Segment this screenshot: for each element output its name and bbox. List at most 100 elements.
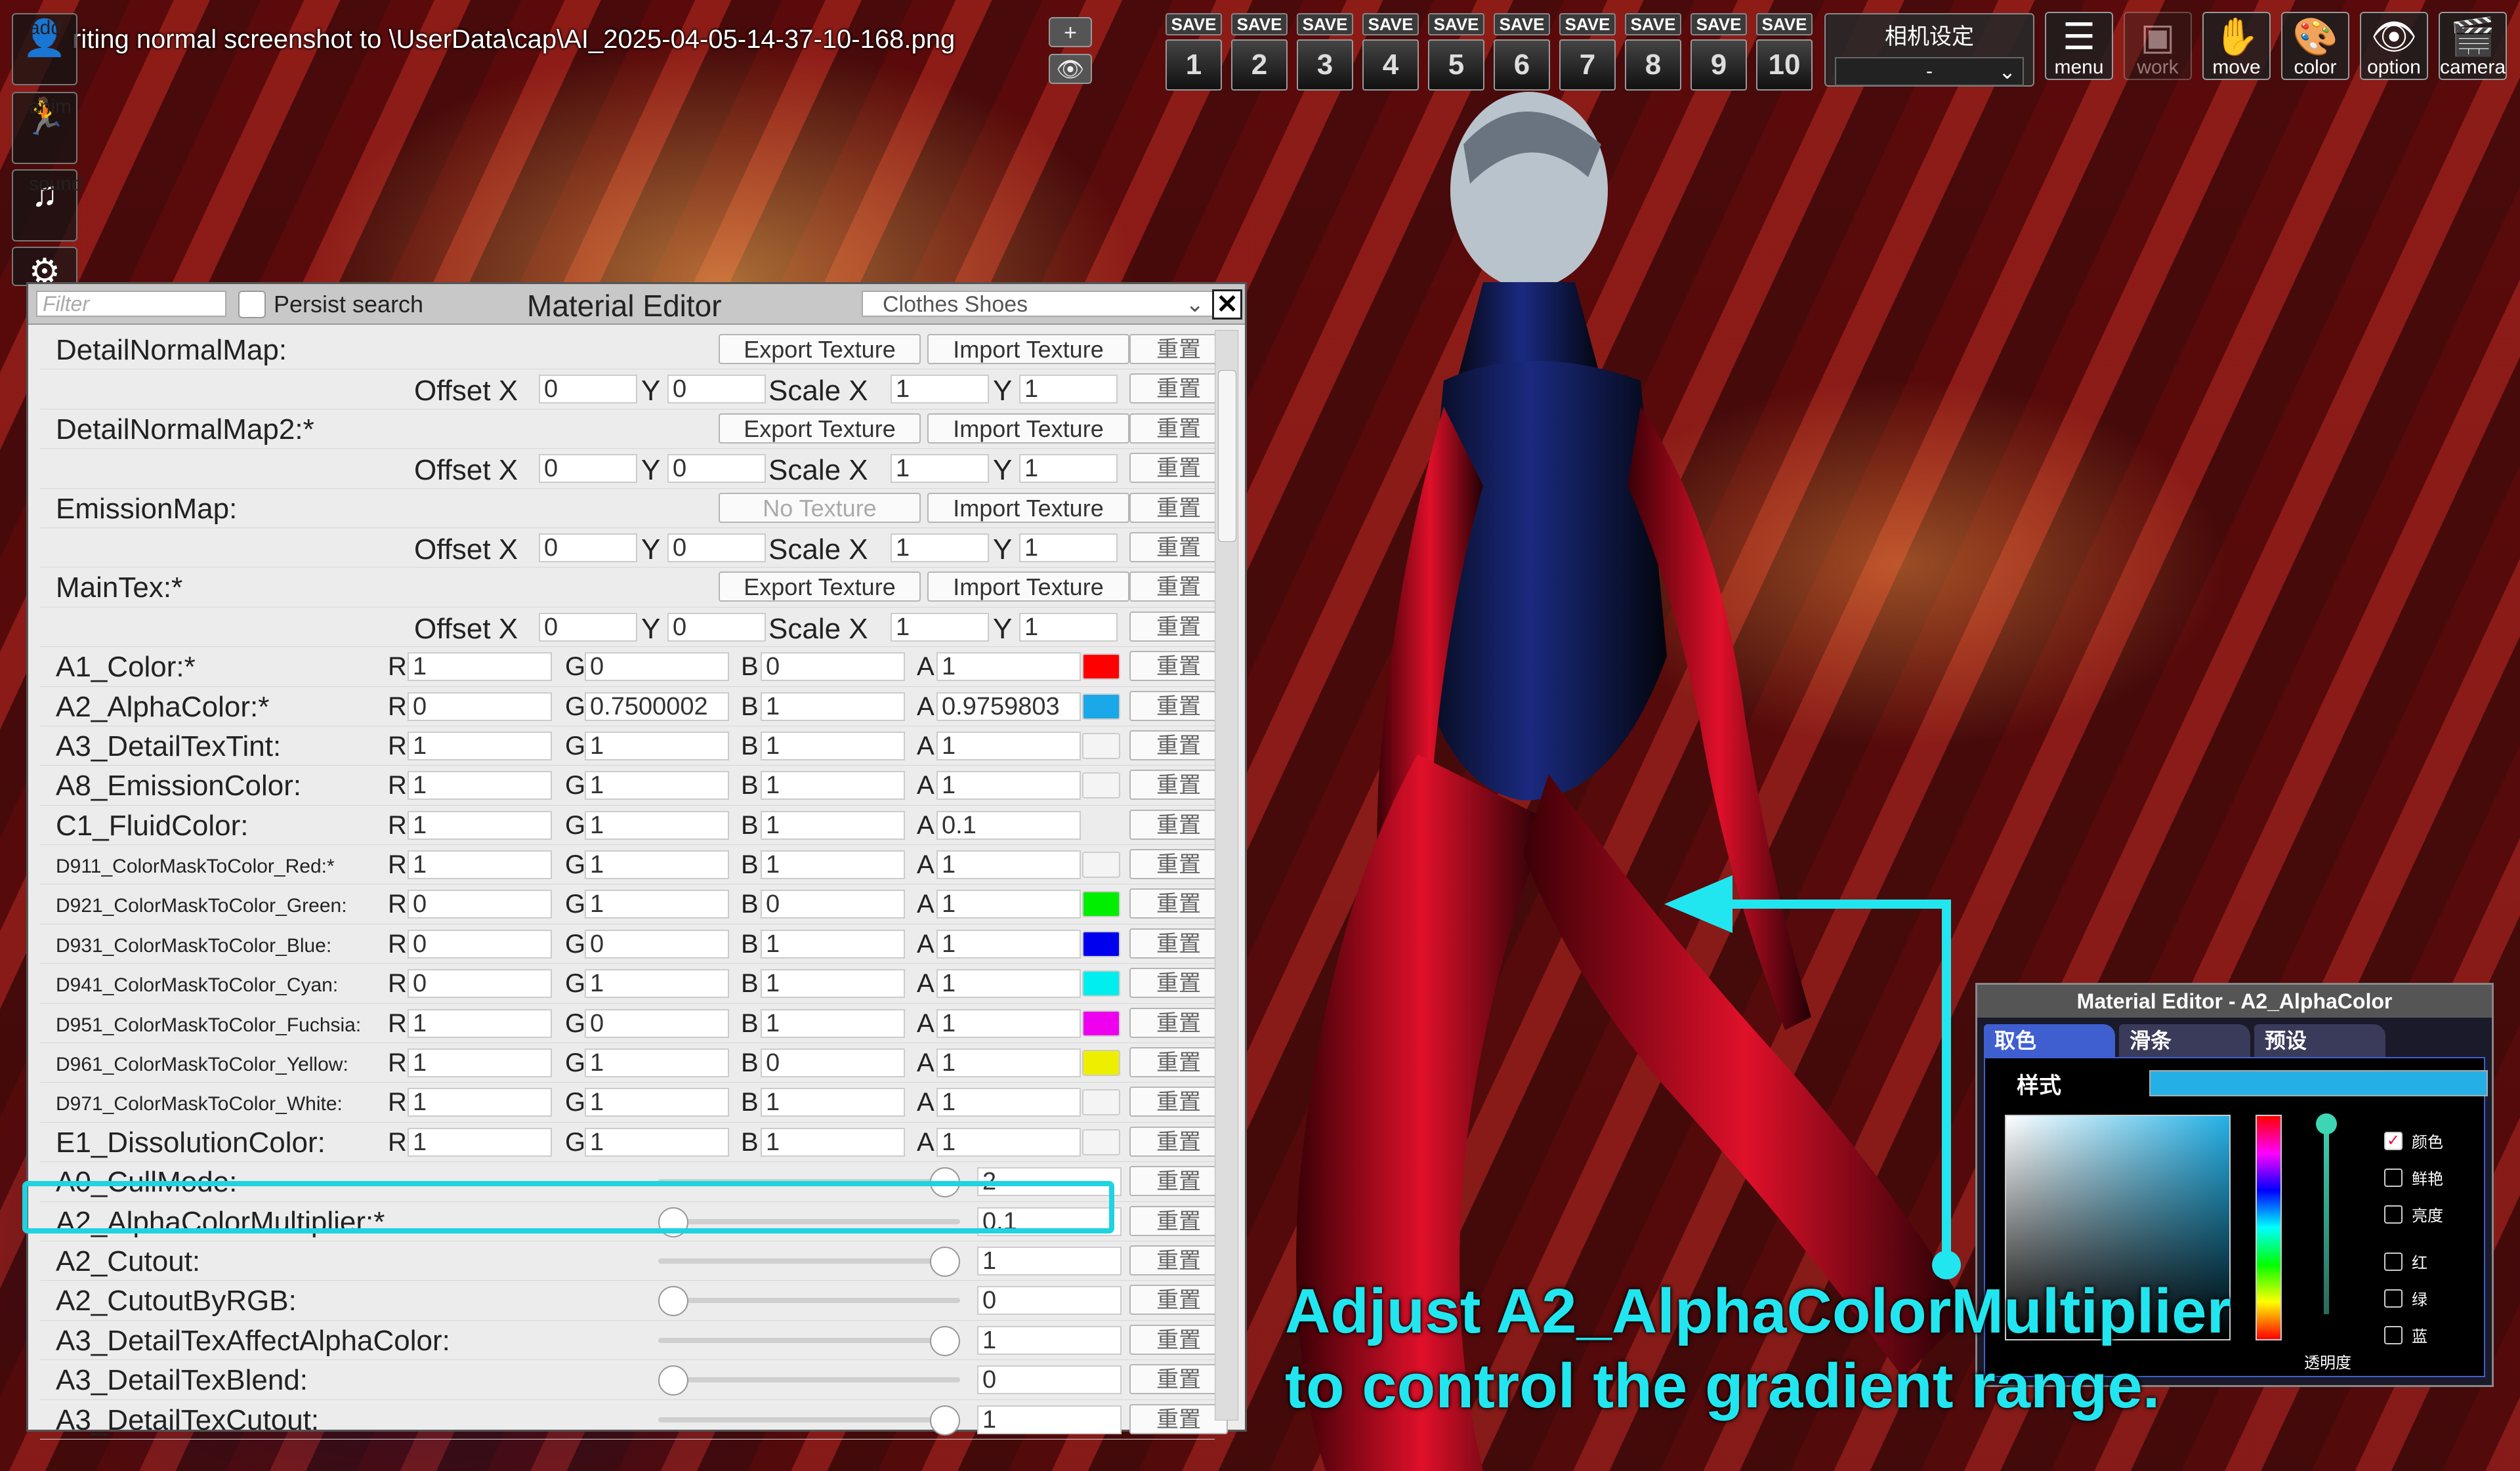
save-slot-10[interactable]: SAVE 10 <box>1756 13 1813 91</box>
menu-button[interactable]: ☰ menu <box>2045 12 2113 80</box>
offset-y-field[interactable]: 0 <box>667 454 766 484</box>
channel-g-field[interactable]: 0 <box>585 929 729 959</box>
reset-button[interactable]: 重置 <box>1129 1166 1228 1197</box>
channel-r-field[interactable]: 1 <box>408 1127 552 1157</box>
eye-mini-button[interactable]: 👁 <box>1049 54 1092 84</box>
value-slider[interactable] <box>658 1325 960 1356</box>
scale-x-field[interactable]: 1 <box>891 533 989 562</box>
reset-button[interactable]: 重置 <box>1129 1324 1228 1355</box>
reset-button[interactable]: 重置 <box>1129 888 1228 919</box>
channel-a-field[interactable]: 1 <box>936 1088 1081 1117</box>
channel-b-field[interactable]: 1 <box>761 731 905 760</box>
save-slot-2[interactable]: SAVE 2 <box>1231 13 1288 91</box>
channel-b-field[interactable]: 1 <box>761 692 905 721</box>
channel-g-field[interactable]: 1 <box>585 1048 729 1078</box>
value-field[interactable]: 1 <box>977 1246 1122 1275</box>
channel-b-field[interactable]: 0 <box>761 1048 905 1078</box>
channel-b-field[interactable]: 1 <box>761 1088 905 1117</box>
reset-button[interactable]: 重置 <box>1129 492 1228 523</box>
scale-x-field[interactable]: 1 <box>891 375 989 404</box>
channel-r-field[interactable]: 1 <box>408 771 552 800</box>
reset-button[interactable]: 重置 <box>1129 651 1228 682</box>
option-red[interactable]: 红 <box>2384 1250 2427 1273</box>
channel-r-field[interactable]: 1 <box>408 810 552 840</box>
reset-button[interactable]: 重置 <box>1129 611 1228 642</box>
channel-g-field[interactable]: 1 <box>585 1127 729 1157</box>
channel-a-field[interactable]: 1 <box>936 850 1081 880</box>
scale-x-field[interactable]: 1 <box>891 612 989 642</box>
import-texture-button[interactable]: Import Texture <box>927 413 1129 444</box>
channel-r-field[interactable]: 0 <box>408 929 552 959</box>
slider-knob[interactable] <box>930 1246 960 1277</box>
channel-a-field[interactable]: 1 <box>936 771 1081 800</box>
import-texture-button[interactable]: Import Texture <box>927 334 1129 364</box>
tab-presets[interactable]: 预设 <box>2254 1024 2385 1057</box>
channel-g-field[interactable]: 1 <box>585 1088 729 1117</box>
add-mini-button[interactable]: + <box>1049 17 1092 47</box>
channel-a-field[interactable]: 1 <box>936 652 1081 682</box>
reset-button[interactable]: 重置 <box>1129 334 1228 364</box>
channel-g-field[interactable]: 1 <box>585 969 729 999</box>
value-slider[interactable] <box>658 1207 960 1237</box>
scrollbar-thumb[interactable] <box>1218 370 1236 542</box>
value-field[interactable]: 0 <box>977 1286 1122 1316</box>
color-swatch[interactable] <box>1082 653 1120 680</box>
option-button[interactable]: 👁 option <box>2360 12 2428 80</box>
checkbox-icon[interactable] <box>2384 1289 2403 1308</box>
reset-button[interactable]: 重置 <box>1129 531 1228 562</box>
export-texture-button[interactable]: Export Texture <box>719 334 921 364</box>
settings-button[interactable]: ⚙ <box>12 247 77 291</box>
value-slider[interactable] <box>658 1167 960 1198</box>
alpha-slider-knob[interactable] <box>2316 1113 2337 1134</box>
hue-slider[interactable] <box>2256 1115 2282 1340</box>
option-color[interactable]: ✓ 颜色 <box>2384 1129 2443 1152</box>
channel-g-field[interactable]: 1 <box>585 771 729 800</box>
slider-knob[interactable] <box>930 1325 960 1356</box>
filter-input[interactable]: Filter <box>36 291 226 317</box>
color-swatch[interactable] <box>1082 970 1120 997</box>
option-green[interactable]: 绿 <box>2384 1287 2427 1310</box>
channel-r-field[interactable]: 1 <box>408 731 552 760</box>
color-swatch[interactable] <box>1082 1129 1120 1155</box>
reset-button[interactable]: 重置 <box>1129 571 1228 602</box>
reset-button[interactable]: 重置 <box>1129 1087 1228 1117</box>
slider-knob[interactable] <box>658 1207 688 1237</box>
move-button[interactable]: ✋ move <box>2202 12 2271 80</box>
channel-g-field[interactable]: 1 <box>585 731 729 760</box>
channel-g-field[interactable]: 0.7500002 <box>585 692 729 721</box>
value-slider[interactable] <box>658 1286 960 1317</box>
reset-button[interactable]: 重置 <box>1129 770 1228 800</box>
reset-button[interactable]: 重置 <box>1129 413 1228 444</box>
channel-g-field[interactable]: 0 <box>585 1008 729 1038</box>
channel-b-field[interactable]: 0 <box>761 652 905 682</box>
channel-r-field[interactable]: 1 <box>408 1088 552 1117</box>
reset-button[interactable]: 重置 <box>1129 809 1228 840</box>
color-swatch[interactable] <box>1082 930 1120 957</box>
scale-x-field[interactable]: 1 <box>891 454 989 484</box>
reset-button[interactable]: 重置 <box>1129 453 1228 484</box>
slider-knob[interactable] <box>658 1365 688 1396</box>
channel-g-field[interactable]: 1 <box>585 890 729 919</box>
channel-a-field[interactable]: 1 <box>936 969 1081 999</box>
channel-b-field[interactable]: 1 <box>761 771 905 800</box>
option-brightness[interactable]: 亮度 <box>2384 1203 2443 1226</box>
channel-g-field[interactable]: 0 <box>585 652 729 682</box>
object-dropdown[interactable]: Clothes Shoes ⌄ <box>862 291 1216 317</box>
save-slot-6[interactable]: SAVE 6 <box>1494 13 1550 91</box>
sound-button[interactable]: ♫ sound <box>12 169 83 241</box>
channel-b-field[interactable]: 1 <box>761 969 905 999</box>
color-swatch[interactable] <box>1082 732 1120 759</box>
channel-b-field[interactable]: 0 <box>761 890 905 919</box>
camera-button[interactable]: 🎬 camera <box>2439 12 2507 80</box>
reset-button[interactable]: 重置 <box>1129 849 1228 880</box>
channel-r-field[interactable]: 1 <box>408 1008 552 1038</box>
persist-search-toggle[interactable]: Persist search <box>238 291 423 318</box>
scrollbar[interactable] <box>1215 330 1238 1420</box>
value-slider[interactable] <box>658 1405 960 1436</box>
save-slot-9[interactable]: SAVE 9 <box>1690 13 1747 91</box>
color-swatch[interactable] <box>1082 891 1120 918</box>
color-swatch[interactable] <box>1082 1089 1120 1116</box>
import-texture-button[interactable]: Import Texture <box>927 571 1129 602</box>
value-field[interactable]: 1 <box>977 1405 1122 1434</box>
checkbox-icon[interactable] <box>2384 1205 2403 1224</box>
